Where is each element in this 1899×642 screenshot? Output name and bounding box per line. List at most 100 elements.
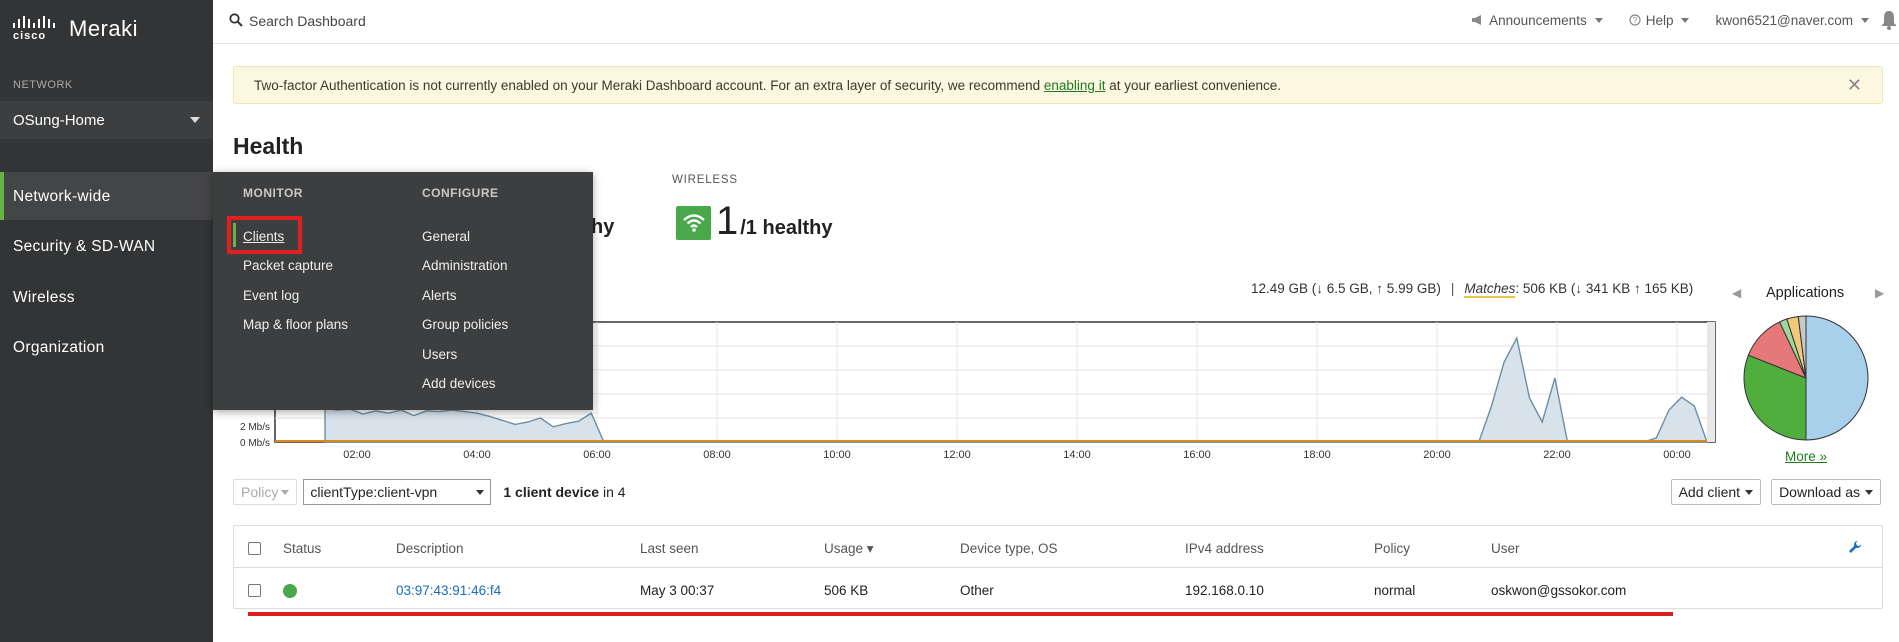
menu-item-general[interactable]: General bbox=[422, 229, 470, 244]
header-description[interactable]: Description bbox=[396, 541, 464, 556]
two-factor-banner: Two-factor Authentication is not current… bbox=[233, 66, 1883, 104]
add-client-button[interactable]: Add client bbox=[1670, 479, 1762, 505]
applications-title: Applications bbox=[1766, 285, 1845, 301]
network-label: NETWORK bbox=[13, 79, 73, 91]
applications-pie-chart[interactable] bbox=[1741, 313, 1871, 443]
x-tick-label: 22:00 bbox=[1543, 449, 1571, 461]
x-tick-label: 12:00 bbox=[943, 449, 971, 461]
announcements-menu[interactable]: Announcements bbox=[1471, 13, 1603, 28]
client-count: 1 client device in 4 bbox=[503, 484, 626, 500]
sidebar: cisco Meraki NETWORK OSung-Home Network-… bbox=[0, 0, 213, 642]
menu-item-map-floor-plans[interactable]: Map & floor plans bbox=[243, 317, 348, 332]
x-tick-label: 06:00 bbox=[583, 449, 611, 461]
header-device-type[interactable]: Device type, OS bbox=[960, 541, 1058, 556]
menu-item-add-devices[interactable]: Add devices bbox=[422, 376, 496, 391]
matches-value: : 506 KB (↓ 341 KB ↑ 165 KB) bbox=[1515, 281, 1694, 296]
cell-device-type: Other bbox=[960, 583, 994, 598]
meraki-logo[interactable]: cisco Meraki bbox=[13, 14, 138, 44]
chevron-down-icon bbox=[476, 489, 485, 495]
user-menu[interactable]: kwon6521@naver.com bbox=[1715, 13, 1869, 28]
menu-item-alerts[interactable]: Alerts bbox=[422, 288, 457, 303]
usage-total: 12.49 GB (↓ 6.5 GB, ↑ 5.99 GB) bbox=[1251, 281, 1441, 296]
monitor-heading: MONITOR bbox=[243, 186, 303, 200]
cisco-bars-icon bbox=[13, 16, 55, 28]
x-tick-label: 08:00 bbox=[703, 449, 731, 461]
chevron-right-icon[interactable]: ▶ bbox=[1875, 286, 1884, 300]
client-filter-select[interactable]: clientType:client-vpn bbox=[303, 479, 492, 505]
cell-user: oskwon@gssokor.com bbox=[1491, 583, 1627, 598]
x-tick-label: 14:00 bbox=[1063, 449, 1091, 461]
sidebar-item-wireless[interactable]: Wireless bbox=[0, 273, 213, 321]
header-last-seen[interactable]: Last seen bbox=[640, 541, 699, 556]
y-tick-label: 0 Mb/s bbox=[240, 438, 270, 449]
top-bar: Announcements ? Help kwon6521@naver.com bbox=[213, 0, 1899, 44]
menu-item-group-policies[interactable]: Group policies bbox=[422, 317, 508, 332]
cell-ipv4: 192.168.0.10 bbox=[1185, 583, 1264, 598]
header-status[interactable]: Status bbox=[283, 541, 321, 556]
header-user[interactable]: User bbox=[1491, 541, 1520, 556]
download-as-button[interactable]: Download as bbox=[1771, 479, 1881, 505]
cell-last-seen: May 3 00:37 bbox=[640, 583, 715, 598]
y-tick-label: 2 Mb/s bbox=[240, 422, 270, 433]
menu-item-packet-capture[interactable]: Packet capture bbox=[243, 258, 333, 273]
header-policy[interactable]: Policy bbox=[1374, 541, 1410, 556]
configure-heading: CONFIGURE bbox=[422, 186, 499, 200]
chevron-left-icon[interactable]: ◀ bbox=[1732, 286, 1741, 300]
cell-policy: normal bbox=[1374, 583, 1416, 598]
more-applications-link[interactable]: More » bbox=[1785, 449, 1827, 464]
policy-button[interactable]: Policy bbox=[233, 479, 298, 505]
header-usage[interactable]: Usage ▾ bbox=[824, 541, 874, 557]
network-name: OSung-Home bbox=[13, 111, 105, 129]
chevron-down-icon bbox=[1861, 17, 1869, 23]
highlight-underline bbox=[248, 612, 1673, 616]
chevron-down-icon bbox=[1745, 489, 1754, 495]
network-selector[interactable]: OSung-Home bbox=[0, 101, 213, 139]
menu-item-administration[interactable]: Administration bbox=[422, 258, 508, 273]
x-tick-label: 04:00 bbox=[463, 449, 491, 461]
x-tick-label: 16:00 bbox=[1183, 449, 1211, 461]
header-ipv4[interactable]: IPv4 address bbox=[1185, 541, 1264, 556]
table-row[interactable]: 03:97:43:91:46:f4 May 3 00:37 506 KB Oth… bbox=[234, 568, 1882, 609]
x-tick-label: 00:00 bbox=[1663, 449, 1691, 461]
network-wide-flyout-menu: MONITOR CONFIGURE Clients Packet capture… bbox=[213, 172, 593, 410]
meraki-wordmark: Meraki bbox=[69, 16, 139, 41]
table-header: Status Description Last seen Usage ▾ Dev… bbox=[234, 526, 1882, 568]
health-partial-text: hy bbox=[591, 216, 615, 238]
bell-icon[interactable] bbox=[1881, 10, 1897, 30]
help-menu[interactable]: ? Help bbox=[1629, 13, 1690, 28]
help-icon: ? bbox=[1629, 14, 1641, 26]
menu-item-users[interactable]: Users bbox=[422, 347, 457, 362]
cisco-wordmark: cisco bbox=[13, 30, 47, 42]
enable-2fa-link[interactable]: enabling it bbox=[1044, 78, 1106, 93]
menu-item-event-log[interactable]: Event log bbox=[243, 288, 299, 303]
sidebar-item-security-sd-wan[interactable]: Security & SD-WAN bbox=[0, 222, 213, 270]
clients-controls: Policy clientType:client-vpn 1 client de… bbox=[233, 479, 626, 505]
row-checkbox[interactable] bbox=[248, 584, 261, 597]
status-online-icon bbox=[283, 584, 297, 598]
client-description-link[interactable]: 03:97:43:91:46:f4 bbox=[396, 583, 501, 598]
sidebar-item-network-wide[interactable]: Network-wide bbox=[0, 172, 213, 220]
pie-slice[interactable] bbox=[1805, 315, 1869, 441]
search-icon bbox=[229, 13, 243, 27]
x-tick-label: 18:00 bbox=[1303, 449, 1331, 461]
x-tick-label: 02:00 bbox=[343, 449, 371, 461]
chevron-down-icon bbox=[1594, 17, 1603, 23]
x-tick-label: 20:00 bbox=[1423, 449, 1451, 461]
sidebar-item-organization[interactable]: Organization bbox=[0, 323, 213, 371]
clients-table: Status Description Last seen Usage ▾ Dev… bbox=[233, 525, 1883, 609]
close-icon[interactable]: ✕ bbox=[1847, 75, 1862, 96]
select-all-checkbox[interactable] bbox=[248, 542, 261, 555]
wireless-count: 1 bbox=[716, 199, 739, 243]
chevron-down-icon bbox=[1865, 489, 1873, 495]
wireless-healthy-text: /1 healthy bbox=[740, 217, 833, 239]
chevron-down-icon bbox=[1681, 17, 1690, 23]
wifi-icon[interactable] bbox=[676, 206, 711, 240]
wrench-icon[interactable] bbox=[1848, 540, 1862, 554]
svg-text:?: ? bbox=[1632, 16, 1637, 25]
matches-label: Matches bbox=[1464, 281, 1516, 298]
megaphone-icon bbox=[1472, 15, 1482, 25]
page-title: Health bbox=[233, 133, 304, 159]
cell-usage: 506 KB bbox=[824, 583, 869, 598]
search-input[interactable] bbox=[249, 10, 649, 32]
wireless-health[interactable]: 1 /1 healthy bbox=[716, 199, 833, 244]
